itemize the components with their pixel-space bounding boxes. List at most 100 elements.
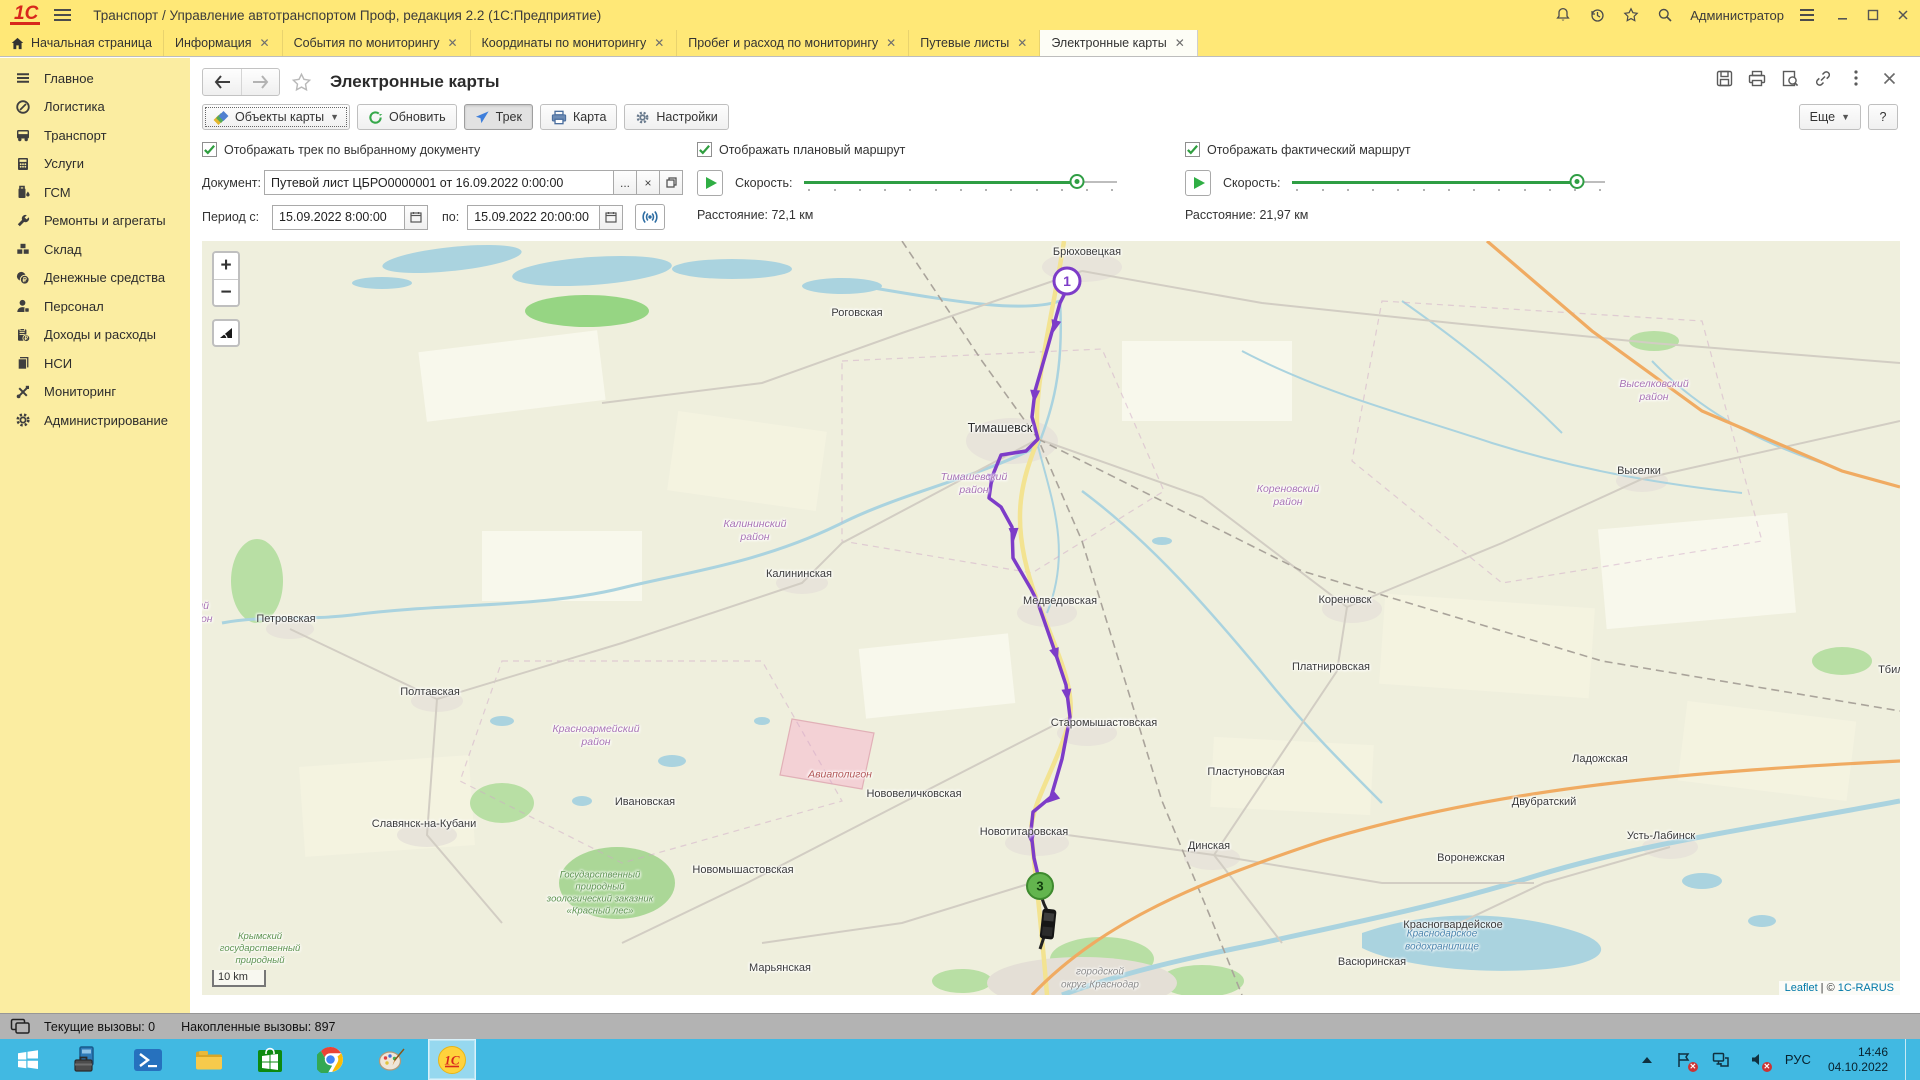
link-icon[interactable]: [1814, 69, 1832, 87]
period-from-field[interactable]: 15.09.2022 8:00:00: [272, 205, 405, 230]
notifications-bell-icon[interactable]: [1554, 6, 1572, 24]
map-label: Роговская: [831, 307, 882, 321]
plan-play-button[interactable]: [697, 170, 723, 196]
map-label: Авиаполигон: [808, 768, 872, 781]
sidebar-item-monitoring[interactable]: Мониторинг: [0, 378, 190, 407]
sidebar-item-administration[interactable]: Администрирование: [0, 406, 190, 435]
tab-monitoring-events[interactable]: События по мониторингу✕: [283, 30, 471, 56]
close-window-button[interactable]: [1896, 8, 1910, 22]
start-button[interactable]: [0, 1039, 56, 1080]
map-canvas[interactable]: 1 3 БрюховецкаяРоговскаяТимашевскКалинин…: [202, 241, 1900, 995]
show-track-checkbox[interactable]: [202, 142, 217, 157]
star-favorite-icon[interactable]: [290, 71, 312, 93]
map-objects-button[interactable]: Объекты карты▼: [202, 104, 350, 130]
fact-speed-slider[interactable]: [1292, 173, 1605, 193]
show-desktop-button[interactable]: [1905, 1039, 1912, 1080]
leaflet-link[interactable]: Leaflet: [1785, 982, 1818, 994]
sidebar-item-warehouse[interactable]: Склад: [0, 235, 190, 264]
document-select-button[interactable]: ...: [614, 170, 637, 195]
taskbar-paint[interactable]: [361, 1039, 422, 1080]
help-button[interactable]: ?: [1868, 104, 1898, 130]
sidebar-item-services[interactable]: Услуги: [0, 150, 190, 179]
tab-mileage-consumption[interactable]: Пробег и расход по мониторингу✕: [677, 30, 909, 56]
taskbar-1c-active[interactable]: 1С: [428, 1039, 476, 1080]
user-name[interactable]: Администратор: [1690, 8, 1784, 23]
tab-information[interactable]: Информация✕: [164, 30, 283, 56]
preview-icon[interactable]: [1781, 69, 1799, 87]
track-arrow-icon: [475, 110, 490, 125]
plan-speed-slider[interactable]: [804, 173, 1117, 193]
sidebar-item-transport[interactable]: Транспорт: [0, 121, 190, 150]
show-fact-route-checkbox[interactable]: [1185, 142, 1200, 157]
sidebar-item-personnel[interactable]: Персонал: [0, 292, 190, 321]
close-tab-icon[interactable]: ✕: [1174, 36, 1186, 50]
document-label: Документ:: [202, 176, 264, 190]
back-button[interactable]: [203, 69, 241, 95]
close-page-icon[interactable]: [1880, 69, 1898, 87]
zoom-out-button[interactable]: −: [214, 279, 238, 305]
slider-handle[interactable]: [1570, 174, 1585, 189]
settings-button[interactable]: Настройки: [624, 104, 728, 130]
zoom-in-button[interactable]: +: [214, 253, 238, 279]
content-area: Электронные карты Объекты карты▼ Обновит…: [190, 58, 1920, 1013]
store-icon: [257, 1047, 283, 1073]
maximize-button[interactable]: [1866, 8, 1880, 22]
vendor-link[interactable]: 1C-RARUS: [1838, 982, 1894, 994]
track-button[interactable]: Трек: [464, 104, 533, 130]
favorites-star-icon[interactable]: [1622, 6, 1640, 24]
tab-home[interactable]: Начальная страница: [0, 30, 164, 56]
document-clear-button[interactable]: ×: [637, 170, 660, 195]
fact-play-button[interactable]: [1185, 170, 1211, 196]
tray-expand-icon[interactable]: [1637, 1051, 1657, 1069]
more-button[interactable]: Еще▼: [1799, 104, 1861, 130]
close-tab-icon[interactable]: ✕: [1016, 36, 1028, 50]
taskbar-explorer[interactable]: [178, 1039, 239, 1080]
dropdown-caret-icon: ▼: [1841, 112, 1850, 122]
tab-monitoring-coordinates[interactable]: Координаты по мониторингу✕: [471, 30, 678, 56]
sidebar-item-money[interactable]: ₽ Денежные средства: [0, 264, 190, 293]
tab-waybills[interactable]: Путевые листы✕: [909, 30, 1040, 56]
tray-flag-icon[interactable]: ✕: [1674, 1051, 1694, 1069]
refresh-button[interactable]: Обновить: [357, 104, 457, 130]
save-icon[interactable]: [1715, 69, 1733, 87]
main-menu-button[interactable]: [54, 9, 71, 21]
sidebar-item-logistics[interactable]: Логистика: [0, 93, 190, 122]
close-tab-icon[interactable]: ✕: [885, 36, 897, 50]
tab-electronic-maps[interactable]: Электронные карты✕: [1040, 30, 1197, 56]
show-period-on-map-button[interactable]: [635, 204, 665, 230]
minimize-button[interactable]: [1836, 8, 1850, 22]
sidebar-item-repairs[interactable]: Ремонты и агрегаты: [0, 207, 190, 236]
show-plan-route-checkbox[interactable]: [697, 142, 712, 157]
period-to-calendar-button[interactable]: [600, 205, 623, 230]
print-icon[interactable]: [1748, 69, 1766, 87]
tray-network-icon[interactable]: [1711, 1051, 1731, 1069]
search-icon[interactable]: [1656, 6, 1674, 24]
close-tab-icon[interactable]: ✕: [259, 36, 271, 50]
period-from-calendar-button[interactable]: [405, 205, 428, 230]
taskbar-store[interactable]: [239, 1039, 300, 1080]
taskbar-server-manager[interactable]: [56, 1039, 117, 1080]
sidebar-item-fuel[interactable]: ГСМ: [0, 178, 190, 207]
slider-handle[interactable]: [1069, 174, 1084, 189]
document-open-button[interactable]: [660, 170, 683, 195]
sidebar-item-main[interactable]: Главное: [0, 64, 190, 93]
plan-speed-label: Скорость:: [735, 176, 792, 190]
close-tab-icon[interactable]: ✕: [653, 36, 665, 50]
forward-button[interactable]: [241, 69, 279, 95]
close-tab-icon[interactable]: ✕: [446, 36, 458, 50]
measure-tool-button[interactable]: [212, 319, 240, 347]
clock[interactable]: 14:46 04.10.2022: [1828, 1045, 1888, 1075]
map-print-button[interactable]: Карта: [540, 104, 617, 130]
taskbar-chrome[interactable]: [300, 1039, 361, 1080]
document-field[interactable]: Путевой лист ЦБРО0000001 от 16.09.2022 0…: [264, 170, 614, 195]
sidebar-item-nsi[interactable]: НСИ: [0, 349, 190, 378]
kebab-menu-icon[interactable]: [1847, 69, 1865, 87]
language-indicator[interactable]: РУС: [1785, 1052, 1811, 1067]
taskbar-powershell[interactable]: [117, 1039, 178, 1080]
tray-volume-icon[interactable]: ✕: [1748, 1051, 1768, 1069]
sidebar-item-income-expense[interactable]: ₽ Доходы и расходы: [0, 321, 190, 350]
user-menu-button[interactable]: [1800, 9, 1814, 21]
history-icon[interactable]: [1588, 6, 1606, 24]
period-to-field[interactable]: 15.09.2022 20:00:00: [467, 205, 600, 230]
plan-distance-value: 72,1 км: [771, 208, 813, 222]
